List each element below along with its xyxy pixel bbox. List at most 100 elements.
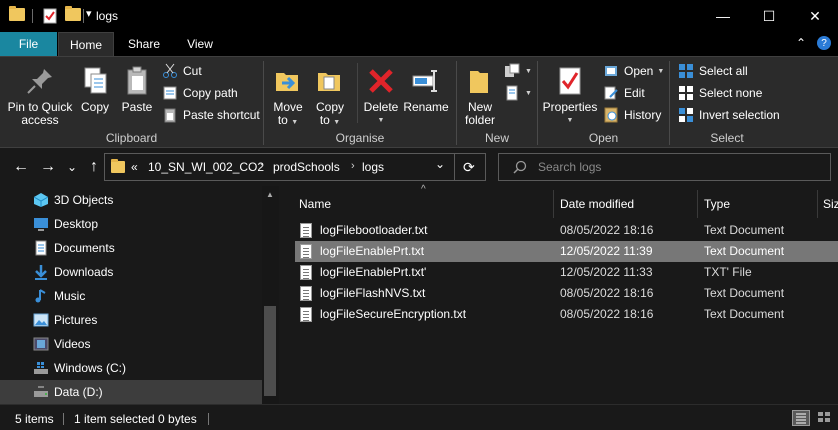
recent-locations-button[interactable]: ⌄	[62, 157, 82, 177]
close-button[interactable]: ✕	[792, 0, 838, 32]
select-all-label: Select all	[699, 64, 748, 78]
properties-check-icon[interactable]	[42, 8, 58, 24]
breadcrumb-separator[interactable]: ›	[351, 160, 355, 172]
text-file-icon	[300, 286, 312, 301]
nav-item-pictures[interactable]: Pictures	[0, 308, 262, 332]
file-row[interactable]: logFilebootloader.txt 08/05/2022 18:16 T…	[295, 220, 838, 241]
file-date: 08/05/2022 18:16	[560, 286, 654, 300]
new-folder-quick-icon[interactable]	[65, 6, 81, 22]
file-date: 08/05/2022 18:16	[560, 223, 654, 237]
history-button[interactable]: History	[603, 105, 661, 125]
address-bar[interactable]: « 10_SN_WI_002_CO2 › prodSchools › logs …	[104, 153, 486, 181]
rename-button[interactable]: Rename	[403, 65, 449, 114]
breadcrumb-separator[interactable]: ›	[260, 160, 264, 172]
tab-share[interactable]: Share	[116, 32, 172, 56]
file-date: 12/05/2022 11:33	[560, 265, 653, 279]
documents-icon	[33, 240, 49, 256]
nav-item-desktop[interactable]: Desktop	[0, 212, 262, 236]
nav-item-videos[interactable]: Videos	[0, 332, 262, 356]
desktop-icon	[33, 216, 49, 232]
text-file-icon	[300, 244, 312, 259]
chevron-down-icon: ▼	[377, 117, 385, 124]
nav-item-3d-objects[interactable]: 3D Objects	[0, 188, 262, 212]
ribbon: Pin to Quick access Copy Paste Cut Copy …	[0, 56, 838, 148]
new-folder-button[interactable]: New folder	[460, 65, 500, 127]
refresh-button[interactable]: ⟳	[463, 159, 475, 176]
select-none-icon	[678, 85, 694, 101]
help-button[interactable]: ?	[817, 36, 831, 50]
nav-item-downloads[interactable]: Downloads	[0, 260, 262, 284]
copy-path-button[interactable]: Copy path	[162, 83, 238, 103]
item-count: 5 items	[15, 412, 54, 426]
cut-button[interactable]: Cut	[162, 61, 202, 81]
nav-item-documents[interactable]: Documents	[0, 236, 262, 260]
back-button[interactable]: ←	[11, 157, 31, 177]
search-box[interactable]: Search logs	[498, 153, 831, 181]
forward-button[interactable]: →	[38, 157, 58, 177]
file-type: TXT' File	[704, 265, 752, 279]
select-none-label: Select none	[699, 86, 763, 100]
collapse-ribbon-button[interactable]: ⌃	[796, 36, 806, 50]
text-file-icon	[300, 223, 312, 238]
divider	[63, 413, 64, 425]
nav-item-data-drive[interactable]: Data (D:)	[0, 380, 262, 404]
invert-selection-button[interactable]: Invert selection	[678, 105, 780, 125]
breadcrumb-item[interactable]: prodSchools	[273, 160, 340, 174]
invert-selection-label: Invert selection	[699, 108, 780, 122]
open-button[interactable]: Open ▼	[603, 61, 664, 81]
tab-home[interactable]: Home	[58, 32, 114, 56]
drive-icon	[33, 384, 49, 400]
large-icons-view-button[interactable]	[816, 410, 834, 426]
column-header-date-modified[interactable]: Date modified	[560, 190, 698, 218]
edit-button[interactable]: Edit	[603, 83, 645, 103]
properties-button[interactable]: Properties ▼	[541, 65, 599, 127]
navigation-bar: ← → ⌄ ↑ « 10_SN_WI_002_CO2 › prodSchools…	[0, 148, 838, 186]
file-row[interactable]: logFileSecureEncryption.txt 08/05/2022 1…	[295, 304, 838, 325]
move-to-button[interactable]: Move to ▼	[270, 65, 306, 129]
nav-item-music[interactable]: Music	[0, 284, 262, 308]
new-item-button[interactable]: ▼	[504, 61, 532, 81]
paste-shortcut-button[interactable]: Paste shortcut	[162, 105, 260, 125]
copy-icon	[79, 65, 111, 97]
open-group-label: Open	[588, 131, 619, 145]
file-type: Text Document	[704, 286, 785, 300]
paste-label: Paste	[121, 100, 153, 114]
breadcrumb-item[interactable]: 10_SN_WI_002_CO2	[148, 160, 264, 174]
address-dropdown-button[interactable]: ⌄	[435, 157, 445, 171]
copy-to-button[interactable]: Copy to ▼	[312, 65, 348, 129]
tab-view[interactable]: View	[174, 32, 226, 56]
file-row[interactable]: logFileFlashNVS.txt 08/05/2022 18:16 Tex…	[295, 283, 838, 304]
copy-label: Copy	[80, 100, 109, 114]
maximize-button[interactable]: ☐	[746, 0, 792, 32]
file-row-selected[interactable]: logFileEnablePrt.txt 12/05/2022 11:39 Te…	[295, 241, 838, 262]
minimize-button[interactable]: —	[700, 0, 746, 32]
file-row[interactable]: logFileEnablePrt.txt' 12/05/2022 11:33 T…	[295, 262, 838, 283]
column-header-type[interactable]: Type	[704, 190, 818, 218]
quick-access-dropdown[interactable]: ▾	[86, 7, 92, 20]
delete-button[interactable]: Delete ▼	[362, 65, 400, 127]
details-view-button[interactable]	[792, 410, 810, 426]
breadcrumb-overflow[interactable]: «	[131, 160, 138, 174]
organise-group-label: Organise	[335, 131, 385, 145]
new-folder-label-line2: folder	[464, 113, 496, 127]
up-button[interactable]: ↑	[84, 157, 104, 177]
nav-item-windows-drive[interactable]: Windows (C:)	[0, 356, 262, 380]
chevron-down-icon: ▼	[333, 119, 341, 126]
paste-button[interactable]: Paste	[118, 65, 156, 114]
select-none-button[interactable]: Select none	[678, 83, 762, 103]
scroll-up-arrow-icon[interactable]: ▲	[266, 190, 274, 199]
divider	[32, 9, 33, 23]
chevron-down-icon: ▼	[525, 67, 532, 75]
new-group-label: New	[484, 131, 509, 145]
nav-pane-scroll-thumb[interactable]	[264, 306, 276, 396]
select-all-button[interactable]: Select all	[678, 61, 748, 81]
easy-access-button[interactable]: ▼	[504, 83, 532, 103]
copy-button[interactable]: Copy	[76, 65, 114, 114]
edit-pencil-icon	[603, 85, 619, 101]
pin-to-quick-access-button[interactable]: Pin to Quick access	[6, 65, 74, 127]
downloads-icon	[33, 264, 49, 280]
tab-file[interactable]: File	[0, 32, 57, 56]
column-header-name[interactable]: Name	[299, 190, 554, 218]
column-header-size[interactable]: Siz	[823, 190, 838, 218]
breadcrumb-item[interactable]: logs	[362, 160, 384, 174]
